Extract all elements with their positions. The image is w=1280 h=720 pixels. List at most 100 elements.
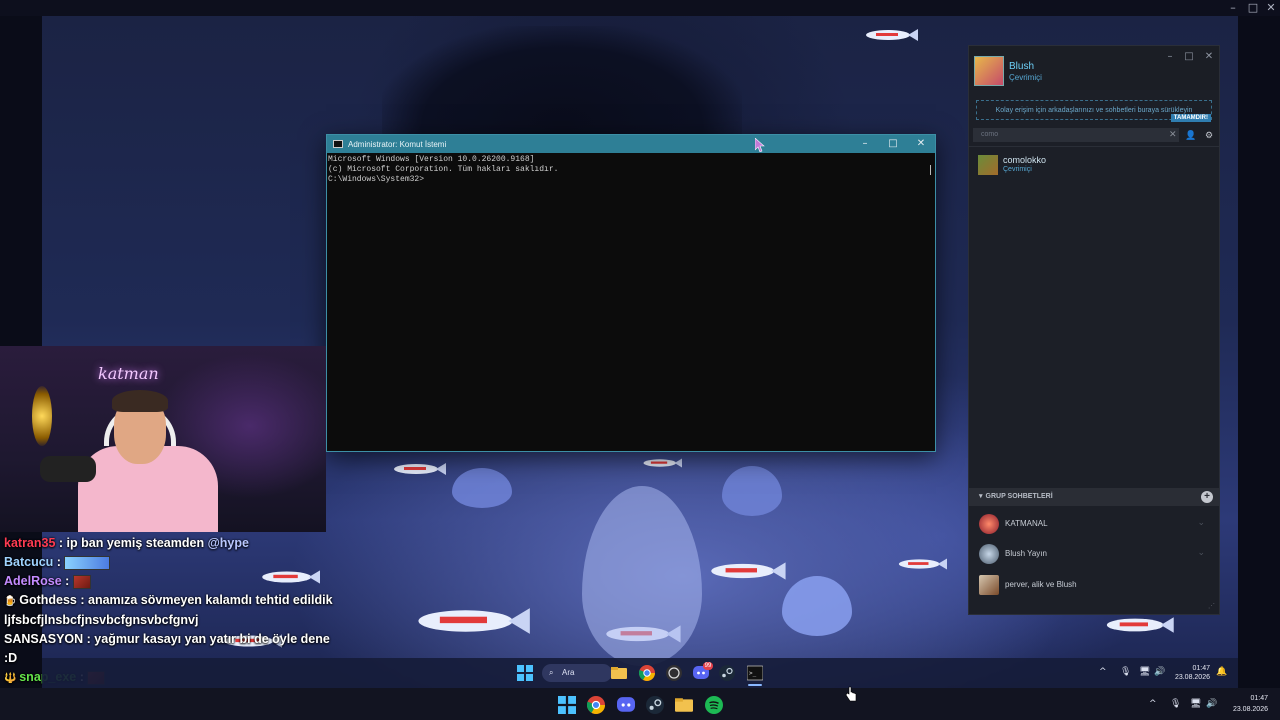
host-titlebar: – □ ✕ (0, 0, 1280, 16)
friend-name: comolokko (1003, 155, 1047, 165)
group-avatar (979, 514, 999, 534)
steam-icon[interactable] (719, 665, 735, 681)
cmd-output[interactable]: Microsoft Windows [Version 10.0.26200.91… (327, 153, 935, 187)
discord-icon[interactable] (617, 696, 635, 714)
group-chat-item[interactable]: Blush Yayın ⌄ (969, 540, 1213, 568)
flower-decoration (782, 576, 852, 636)
gear-icon[interactable]: ⚙ (1201, 128, 1217, 142)
chat-text: : (53, 555, 65, 569)
chat-message: ljfsbcfjlnsbcfjnsvbcfgnsvbcfgnvj (4, 611, 364, 630)
badge-icon: 🍺 (4, 596, 20, 607)
cmd-scrollbar[interactable] (930, 165, 931, 175)
steam-username[interactable]: Blush (1009, 61, 1034, 72)
network-icon[interactable]: 🖥 (1139, 667, 1150, 677)
cmd-line: Microsoft Windows [Version 10.0.26200.91… (328, 155, 535, 164)
fish-decoration (418, 608, 530, 634)
chevron-down-icon[interactable]: ⌄ (1197, 517, 1205, 528)
screen: – □ ✕ Administrator: Komut İstemi – □ ✕ (0, 0, 1280, 720)
add-friend-icon[interactable]: 👤 (1183, 128, 1199, 142)
chat-message: Batcucu : (4, 553, 364, 572)
terminal-icon[interactable]: >_ (747, 665, 763, 681)
microphone (40, 456, 96, 482)
spotify-icon[interactable] (705, 696, 723, 714)
obs-icon[interactable] (666, 665, 682, 681)
host-close-icon[interactable]: ✕ (1262, 1, 1280, 15)
chrome-icon[interactable] (587, 696, 605, 714)
steam-header: Blush Çevrimiçi – □ ✕ (969, 46, 1219, 90)
done-button[interactable]: TAMAMDIR! (1170, 114, 1211, 122)
figure-decoration (582, 486, 702, 666)
group-avatar (979, 544, 999, 564)
add-group-icon[interactable]: + (1201, 491, 1213, 503)
badge-icon: 🔱 (4, 673, 20, 684)
microphone-icon[interactable]: 🎙 (1120, 667, 1131, 677)
cmd-prompt[interactable]: C:\Windows\System32> (328, 175, 934, 185)
taskbar-search[interactable]: ⌕ Ara (542, 664, 612, 682)
neon-sign: katman (98, 364, 159, 383)
fish-decoration (866, 29, 918, 41)
friend-status: Çevrimiçi (1003, 166, 1032, 173)
group-name: Blush Yayın (1005, 549, 1047, 558)
search-label: Ara (562, 668, 575, 677)
minimize-icon[interactable]: – (851, 135, 879, 153)
clock-time[interactable]: 01:47 (1218, 694, 1268, 703)
host-minimize-icon[interactable]: – (1224, 1, 1242, 15)
chevron-down-icon[interactable]: ⌄ (1197, 547, 1205, 558)
microphone-icon[interactable]: 🎙 (1170, 699, 1181, 709)
right-margin (1238, 16, 1280, 688)
minimize-icon[interactable]: – (1163, 50, 1177, 64)
maximize-icon[interactable]: □ (1182, 50, 1196, 64)
clear-search-icon[interactable]: ✕ (1169, 129, 1177, 140)
folder-icon[interactable] (611, 665, 627, 681)
chat-emote (72, 574, 91, 589)
group-name: KATMANAL (1005, 519, 1048, 528)
network-icon[interactable]: 🖥 (1190, 699, 1201, 709)
close-icon[interactable]: ✕ (907, 135, 935, 153)
terminal-icon (333, 140, 343, 148)
fish-decoration (898, 558, 947, 570)
group-chats-header[interactable]: ▾ GRUP SOHBETLERİ + (969, 488, 1219, 506)
notification-icon[interactable]: 🔔 (1216, 667, 1227, 677)
chat-text: ljfsbcfjlnsbcfjnsvbcfgnsvbcfgnvj (4, 613, 199, 627)
chat-message: AdelRose : (4, 572, 364, 591)
chevron-up-icon[interactable]: ^ (1149, 699, 1157, 709)
avatar[interactable] (974, 56, 1004, 86)
close-icon[interactable]: ✕ (1202, 50, 1216, 64)
fish-decoration (643, 458, 682, 468)
inner-taskbar: ⌕ Ara 99 >_ ^ 🎙 🖥 🔊 01:47 23.08.2026 🔔 (42, 658, 1238, 688)
steam-status[interactable]: Çevrimiçi (1009, 73, 1042, 82)
clock-date[interactable]: 23.08.2026 (1160, 673, 1210, 682)
clock-time[interactable]: 01:47 (1160, 664, 1210, 673)
chat-emote (64, 555, 111, 570)
host-maximize-icon[interactable]: □ (1244, 1, 1262, 15)
chat-username: Gothdess (19, 593, 77, 607)
fish-decoration (394, 463, 446, 475)
windows-start-icon[interactable] (558, 696, 576, 714)
steam-friends-window[interactable]: Blush Çevrimiçi – □ ✕ Kolay erişim için … (968, 45, 1220, 615)
volume-icon[interactable]: 🔊 (1206, 699, 1217, 709)
group-chat-item[interactable]: perver, alik ve Blush (969, 571, 1213, 599)
group-name: perver, alik ve Blush (1005, 580, 1077, 589)
friend-item[interactable]: comolokko Çevrimiçi (977, 153, 1213, 177)
friends-search-input[interactable]: como (973, 128, 1179, 142)
chat-username: katran35 (4, 536, 56, 550)
windows-start-icon[interactable] (517, 665, 533, 681)
chat-text: : (61, 574, 73, 588)
webcam-overlay: katman (0, 346, 326, 532)
chevron-up-icon[interactable]: ^ (1099, 667, 1107, 677)
resize-grip-icon[interactable]: ⋰ (1208, 602, 1215, 610)
chat-message: SANSASYON : yağmur kasayı yan yatır bi d… (4, 630, 364, 649)
group-chats-label: GRUP SOHBETLERİ (985, 493, 1053, 500)
steam-icon[interactable] (646, 696, 664, 714)
clock-date[interactable]: 23.08.2026 (1218, 705, 1268, 714)
folder-icon[interactable] (675, 696, 693, 714)
group-chat-item[interactable]: KATMANAL ⌄ (969, 510, 1213, 538)
svg-text:>_: >_ (749, 670, 757, 677)
chat-username: SANSASYON (4, 632, 84, 646)
command-prompt-window[interactable]: Administrator: Komut İstemi – □ ✕ Micros… (326, 134, 936, 452)
chrome-icon[interactable] (639, 665, 655, 681)
chat-username: AdelRose (4, 574, 62, 588)
cmd-titlebar[interactable]: Administrator: Komut İstemi – □ ✕ (327, 135, 935, 153)
maximize-icon[interactable]: □ (879, 135, 907, 153)
flower-decoration (722, 466, 782, 516)
